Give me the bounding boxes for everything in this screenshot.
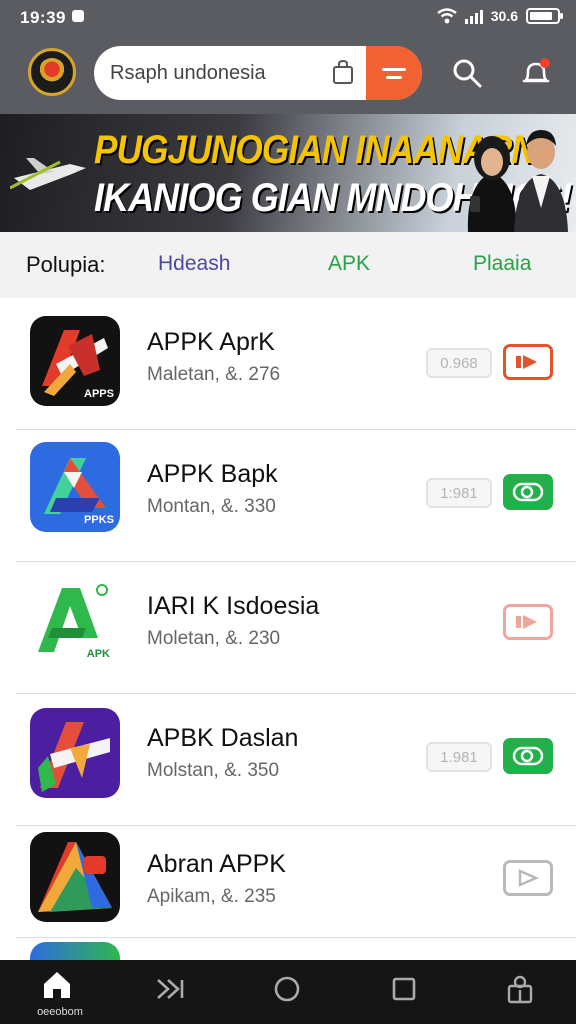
app-icon [30,832,120,922]
app-size-badge: 1.981 [426,742,492,772]
promo-banner[interactable]: PUGJUNOGIAN INAANARN IKANIOG GIAN MNDOHN… [0,114,576,232]
app-name: IARI K Isdoesia [147,592,320,620]
play-button[interactable] [503,344,553,380]
filter-button[interactable] [366,46,422,100]
category-bar: Polupia: Hdeash APK Plaaia [0,232,576,298]
app-icon [30,708,120,798]
search-icon[interactable] [452,58,482,88]
app-name: APPK AprK [147,328,275,356]
airplane-icon [10,158,86,190]
app-meta: Molstan, &. 350 [147,760,280,781]
toggle-button[interactable] [503,474,553,510]
app-name: APBK Daslan [147,724,299,752]
app-name: Abran APPK [147,850,286,878]
search-bar[interactable]: Rsaph undonesia [94,46,422,100]
app-size-badge: 0.968 [426,348,492,378]
home-icon[interactable] [40,968,74,1002]
notification-bell-icon[interactable] [520,56,552,88]
app-icon: APPS [30,316,120,406]
category-label: Polupia: [26,252,106,277]
account-icon[interactable] [503,972,537,1006]
app-list-item[interactable]: Abran APPK Apikam, &. 235 [16,818,576,938]
play-button[interactable] [503,604,553,640]
app-meta: Apikam, &. 235 [147,886,276,907]
navigation-status-icon [72,10,84,22]
recents-icon[interactable] [387,972,421,1006]
status-indicators: 30.6 [437,8,563,24]
app-meta: Moletan, &. 230 [147,628,281,649]
play-icon [518,869,540,887]
tab-hdeash[interactable]: Hdeash [158,252,230,276]
app-header: Rsaph undonesia [0,36,576,114]
bottom-navigation: oeeobom [0,960,576,1024]
toggle-button[interactable] [503,738,553,774]
tab-apk[interactable]: APK [328,252,370,276]
status-bar: 19:39 30.6 [0,0,576,36]
tab-plaaia[interactable]: Plaaia [473,252,531,276]
app-list-item[interactable] [16,938,576,960]
forward-icon[interactable] [154,972,188,1006]
battery-percentage: 30.6 [490,8,518,24]
status-time: 19:39 [20,8,66,27]
play-icon [516,355,537,369]
app-meta: Maletan, &. 276 [147,364,281,385]
person-image [514,130,568,232]
app-meta: Montan, &. 330 [147,496,276,517]
logo-emblem [38,58,66,86]
app-icon-text: PPKS [84,514,114,526]
app-logo-graphic [38,842,112,912]
app-logo[interactable] [28,48,76,96]
app-size-badge: 1:981 [426,478,492,508]
app-logo-graphic [38,722,110,792]
app-icon: PPKS [30,442,120,532]
battery-fill [530,12,552,20]
search-input[interactable]: Rsaph undonesia [110,62,266,85]
app-icon-text: APK [86,648,110,660]
app-icon [30,942,120,960]
signal-icon [464,8,483,24]
toggle-icon [512,746,544,766]
battery-icon [526,8,563,24]
app-list-item[interactable]: PPKS APPK Bapk Montan, &. 330 1:981 [16,430,576,562]
circle-home-icon[interactable] [270,972,304,1006]
play-button[interactable] [503,860,553,896]
nav-home-label[interactable]: oeeobom [30,1006,90,1018]
toggle-icon [512,482,544,502]
shopping-bag-icon[interactable] [332,60,354,84]
play-icon [516,615,537,629]
app-name: APPK Bapk [147,460,278,488]
filter-icon [382,67,406,71]
app-icon-text: APPS [84,388,114,400]
app-icon: APK [30,576,120,666]
app-list-item[interactable]: APBK Daslan Molstan, &. 350 1.981 [16,694,576,826]
wifi-icon [437,8,457,24]
app-list-item[interactable]: APK IARI K Isdoesia Moletan, &. 230 [16,562,576,694]
app-list-item[interactable]: APPS APPK AprK Maletan, &. 276 0.968 [16,298,576,430]
